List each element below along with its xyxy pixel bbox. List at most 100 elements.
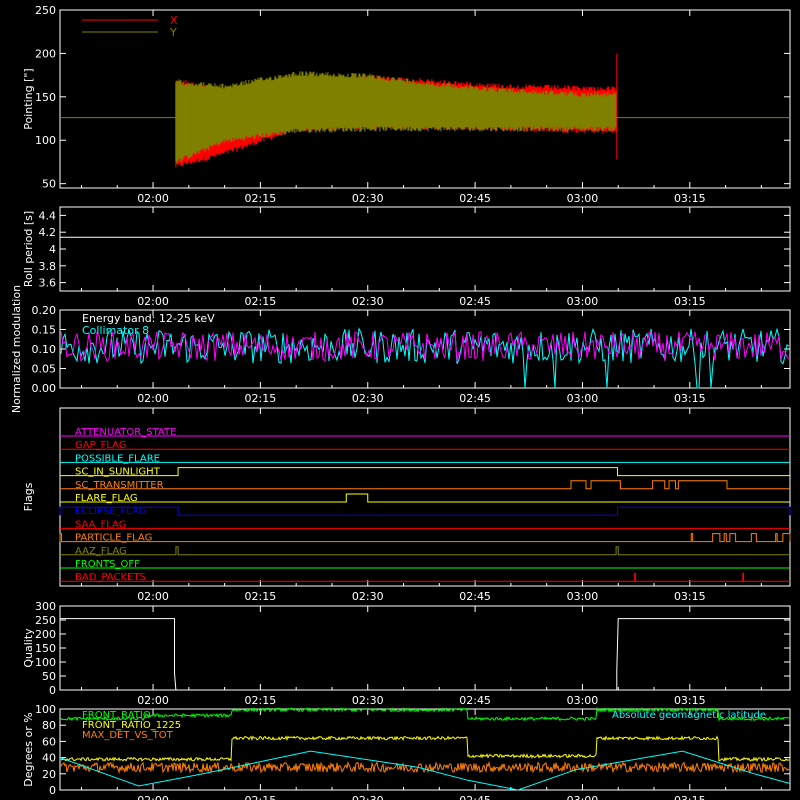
x-tick-label: 02:00 [137, 794, 169, 800]
y-tick-label: 40 [42, 752, 56, 765]
flag-label-sc-in-sunlight: SC_IN_SUNLIGHT [75, 467, 161, 478]
x-tick-label: 02:30 [352, 590, 384, 603]
quality-line [60, 618, 790, 691]
flag-label-sc-transmitter: SC_TRANSMITTER [75, 480, 164, 491]
flags-panel: 02:00 02:15 02:30 02:45 03:00 03:15 Flags ATTEN… [22, 407, 791, 603]
y-tick-label: 150 [35, 642, 56, 655]
flag-line-eclipse-flag [59, 506, 791, 516]
y-axis-label: Quality [22, 628, 35, 668]
y-tick-label: 150 [35, 91, 56, 104]
flag-label-gap-flag: GAP_FLAG [75, 440, 127, 451]
x-tick-label: 03:00 [567, 392, 599, 405]
y-tick-label: 3.6 [39, 277, 57, 290]
x-tick-label: 03:15 [674, 694, 706, 707]
x-tick-label: 02:00 [137, 295, 169, 308]
flag-label-particle-flag: PARTICLE_FLAG [75, 533, 152, 544]
y-tick-label: 0.10 [32, 343, 57, 356]
roll-frame [59, 206, 791, 292]
flag-label-aaz-flag: AAZ_FLAG [75, 546, 127, 557]
ratios-panel: 02:00 02:15 02:30 02:45 03:00 03:15 Degrees or… [22, 703, 791, 800]
x-tick-label: 02:00 [137, 192, 169, 205]
y-tick-label: 0.15 [32, 324, 57, 337]
x-tick-label: 02:45 [459, 694, 491, 707]
y-tick-label: 0.05 [32, 363, 57, 376]
x-tick-label: 03:15 [674, 192, 706, 205]
y-tick-label: 3.8 [39, 260, 57, 273]
x-tick-label: 02:30 [352, 392, 384, 405]
x-tick-label: 02:30 [352, 192, 384, 205]
y-tick-label: 0.00 [32, 382, 57, 395]
y-tick-label: 100 [35, 703, 56, 716]
x-tick-label: 02:15 [245, 694, 277, 707]
flag-line-flare-flag [60, 493, 790, 503]
y-tick-label: 20 [42, 768, 56, 781]
x-tick-label: 03:00 [567, 694, 599, 707]
flag-line-bad-packets [60, 572, 790, 582]
x-tick-label: 03:15 [674, 392, 706, 405]
flag-label-fronts-off: FRONTS_OFF [75, 559, 140, 570]
y-tick-label: 100 [35, 134, 56, 147]
x-tick-label: 02:30 [352, 794, 384, 800]
x-tick-label: 03:15 [674, 794, 706, 800]
x-tick-label: 02:45 [459, 590, 491, 603]
x-tick-label: 02:45 [459, 295, 491, 308]
y-tick-label: 200 [35, 47, 56, 60]
flag-label-attenuator-state: ATTENUATOR_STATE [75, 427, 176, 438]
x-tick-label: 02:00 [137, 590, 169, 603]
x-tick-label: 02:15 [245, 295, 277, 308]
flag-line-particle-flag [59, 533, 791, 543]
y-tick-label: 4.2 [39, 226, 57, 239]
flag-label-eclipse-flag: ECLIPSE_FLAG [75, 506, 146, 517]
flag-label-possible-flare: POSSIBLE_FLARE [75, 453, 160, 464]
x-tick-label: 03:15 [674, 590, 706, 603]
y-axis-label: Pointing ["] [22, 68, 35, 129]
x-tick-label: 02:45 [459, 794, 491, 800]
y-axis-label: Degrees or % [22, 712, 35, 786]
x-tick-label: 03:15 [674, 295, 706, 308]
y-tick-label: 60 [42, 735, 56, 748]
y-tick-label: 0.20 [32, 304, 57, 317]
quality-panel: 02:00 02:15 02:30 02:45 03:00 03:15 Quality 050… [22, 600, 791, 707]
y-axis-label: Roll period [s] [22, 211, 35, 287]
x-tick-label: 02:15 [245, 192, 277, 205]
roll-panel: 02:00 02:15 02:30 02:45 03:00 03:15 Roll perio… [22, 206, 791, 308]
ratio-series-max-det-vs-tot [60, 760, 790, 775]
x-tick-label: 02:30 [352, 694, 384, 707]
y-tick-label: 250 [35, 614, 56, 627]
x-tick-label: 03:00 [567, 192, 599, 205]
y-axis-label: Flags [22, 482, 35, 511]
y-tick-label: 0 [49, 684, 56, 697]
y-tick-label: 250 [35, 4, 56, 17]
y-tick-label: 50 [42, 670, 56, 683]
y-tick-label: 100 [35, 656, 56, 669]
x-tick-label: 02:30 [352, 295, 384, 308]
flag-label-saa-flag: SAA_FLAG [75, 519, 126, 530]
y-tick-label: 300 [35, 600, 56, 613]
flag-line-sc-transmitter [60, 480, 790, 490]
y-tick-label: 4 [49, 243, 56, 256]
y-tick-label: 50 [42, 178, 56, 191]
x-tick-label: 03:00 [567, 295, 599, 308]
x-tick-label: 02:15 [245, 590, 277, 603]
rhessi-quicklook-figure: 02:00 02:15 02:30 02:45 03:00 03:15 Pointing [… [10, 4, 791, 800]
collimator-legend: Collimator 8 [82, 324, 149, 337]
y-tick-label: 4.4 [39, 209, 57, 222]
geomagnetic-latitude-label: Absolute geomagnetic latitude [612, 710, 766, 721]
x-tick-label: 03:00 [567, 794, 599, 800]
x-tick-label: 03:00 [567, 590, 599, 603]
pointing-panel: 02:00 02:15 02:30 02:45 03:00 03:15 Pointing [… [22, 4, 791, 205]
legend-label-y: Y [169, 26, 177, 39]
x-tick-label: 02:45 [459, 192, 491, 205]
y-tick-label: 80 [42, 719, 56, 732]
x-tick-label: 02:15 [245, 794, 277, 800]
x-tick-label: 02:15 [245, 392, 277, 405]
flag-line-aaz-flag [60, 546, 790, 556]
ratio-legend-2: MAX_DET_VS_TOT [82, 730, 174, 741]
y-tick-label: 0 [49, 784, 56, 797]
x-tick-label: 02:45 [459, 392, 491, 405]
flag-line-sc-in-sunlight [60, 467, 790, 477]
y-tick-label: 200 [35, 628, 56, 641]
flag-label-flare-flag: FLARE_FLAG [75, 493, 138, 504]
x-tick-label: 02:00 [137, 694, 169, 707]
y-axis-label: Normalized modulation [10, 285, 23, 413]
